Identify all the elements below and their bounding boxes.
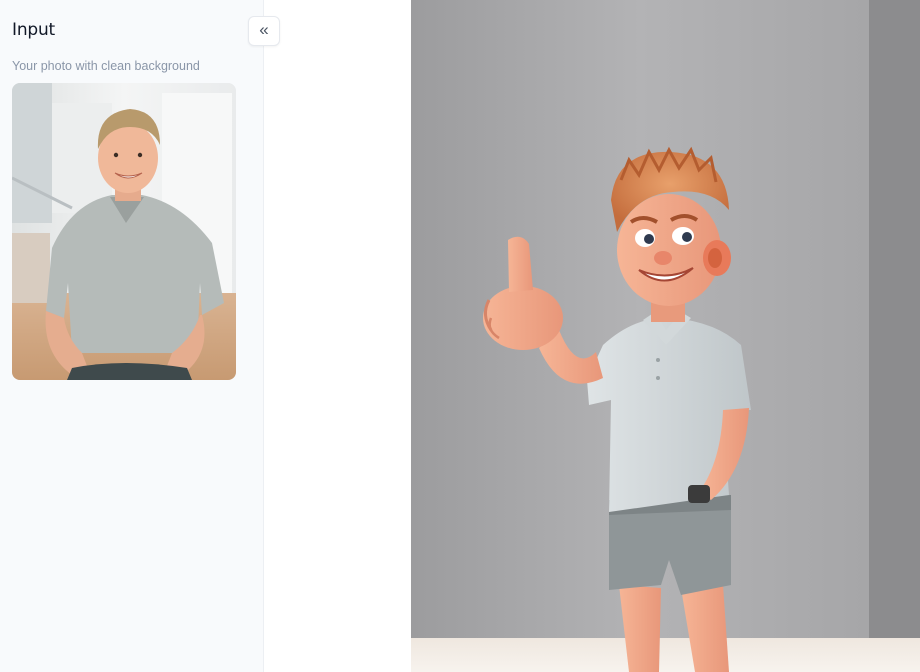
person-photo-image xyxy=(12,83,236,380)
panel-title: Input xyxy=(12,20,56,40)
panel-subtitle: Your photo with clean background xyxy=(12,59,200,73)
input-photo[interactable] xyxy=(12,83,236,380)
collapse-panel-button[interactable]: « xyxy=(248,16,280,46)
cartoon-character-image xyxy=(411,0,920,672)
input-panel: Input Your photo with clean background xyxy=(0,0,264,672)
app-root: Input Your photo with clean background « xyxy=(0,0,920,672)
double-chevron-left-icon: « xyxy=(259,20,269,39)
output-image-area xyxy=(411,0,920,672)
